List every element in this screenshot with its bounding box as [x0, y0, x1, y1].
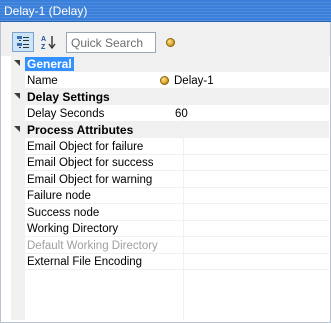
- property-name: Default Working Directory: [27, 240, 158, 252]
- property-name: Failure node: [27, 190, 91, 202]
- property-row-external-file-encoding[interactable]: External File Encoding: [11, 254, 329, 270]
- svg-text:A: A: [41, 36, 46, 43]
- collapse-icon[interactable]: [14, 59, 22, 67]
- category-general[interactable]: General: [11, 56, 329, 72]
- property-row-email-warning[interactable]: Email Object for warning: [11, 172, 329, 188]
- property-row-default-working-directory: Default Working Directory: [11, 238, 329, 254]
- property-name: Email Object for success: [27, 157, 154, 169]
- categorized-view-button[interactable]: [12, 32, 34, 52]
- sort-alphabetical-icon: A Z: [41, 36, 56, 50]
- gold-dot-icon: [160, 76, 169, 85]
- collapse-icon[interactable]: [14, 92, 22, 100]
- property-name: Email Object for failure: [27, 141, 144, 153]
- property-info-icon[interactable]: [166, 38, 175, 47]
- property-name: Success node: [27, 207, 100, 219]
- property-row-email-success[interactable]: Email Object for success: [11, 155, 329, 171]
- property-row-working-directory[interactable]: Working Directory: [11, 221, 329, 237]
- property-row-delay-seconds[interactable]: Delay Seconds 60: [11, 106, 329, 122]
- property-row-failure-node[interactable]: Failure node: [11, 188, 329, 204]
- property-grid: General Name Delay-1 Delay Settings Dela…: [11, 56, 329, 320]
- property-row-name[interactable]: Name Delay-1: [11, 73, 329, 89]
- property-row-success-node[interactable]: Success node: [11, 205, 329, 221]
- property-name: Name: [27, 75, 58, 87]
- category-label: Delay Settings: [27, 90, 110, 104]
- categorized-icon: [17, 36, 29, 48]
- property-toolbar: A Z: [1, 22, 330, 56]
- property-row-email-failure[interactable]: Email Object for failure: [11, 139, 329, 155]
- category-label: General: [25, 57, 74, 71]
- alphabetical-view-button[interactable]: A Z: [38, 32, 60, 52]
- property-panel: A Z General Name Delay-1 Delay Settings: [0, 22, 331, 323]
- category-process-attributes[interactable]: Process Attributes: [11, 122, 329, 138]
- property-value[interactable]: Delay-1: [160, 75, 214, 87]
- window-title: Delay-1 (Delay): [4, 4, 88, 18]
- quick-search-input[interactable]: [66, 32, 156, 53]
- property-value[interactable]: 60: [175, 108, 188, 120]
- svg-text:Z: Z: [41, 44, 46, 50]
- property-name: Email Object for warning: [27, 174, 153, 186]
- category-label: Process Attributes: [27, 123, 134, 137]
- property-name: Delay Seconds: [27, 108, 105, 120]
- window-titlebar[interactable]: Delay-1 (Delay): [0, 0, 331, 22]
- category-delay-settings[interactable]: Delay Settings: [11, 89, 329, 105]
- property-name: External File Encoding: [27, 256, 143, 268]
- property-name: Working Directory: [27, 223, 119, 235]
- collapse-icon[interactable]: [14, 125, 22, 133]
